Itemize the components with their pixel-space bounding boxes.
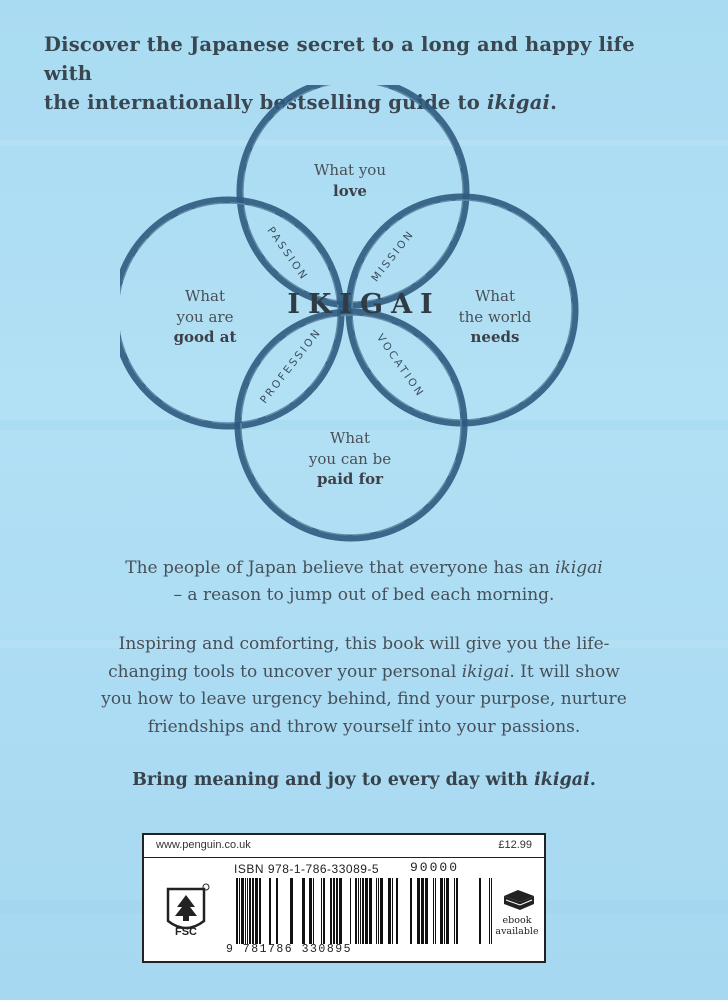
ebook-icon <box>504 890 534 910</box>
barcode-bar <box>378 878 379 944</box>
barcode-bar <box>489 878 490 944</box>
price-addon-barcode <box>410 878 492 944</box>
addon-digits: 90000 <box>410 860 460 875</box>
barcode-bar <box>440 878 443 944</box>
barcode-bar <box>392 878 393 944</box>
fsc-label: FSC <box>175 926 197 938</box>
label-paid-bold: paid for <box>317 470 383 488</box>
barcode-bar <box>417 878 420 944</box>
barcode-bar <box>454 878 455 944</box>
barcode-bar <box>290 878 293 944</box>
barcode-bar <box>479 878 481 944</box>
barcode-bar <box>276 878 278 944</box>
barcode-bar <box>396 878 398 944</box>
barcode-bar <box>435 878 436 944</box>
paragraph-inspiring: Inspiring and comforting, this book will… <box>0 631 728 741</box>
barcode-bar <box>239 878 240 944</box>
price: £12.99 <box>498 839 532 851</box>
barcode-bar <box>433 878 434 944</box>
label-needs-bold: needs <box>470 328 520 346</box>
circle-paid-for <box>234 308 468 542</box>
barcode-bar <box>252 878 254 944</box>
para2-line2: changing tools to uncover your personal <box>108 661 462 682</box>
para2-line2-end: . It will show <box>509 661 620 682</box>
barcode-bar <box>380 878 383 944</box>
headline-line1: Discover the Japanese secret to a long a… <box>44 33 635 85</box>
barcode-bar <box>249 878 251 944</box>
barcode-bar <box>355 878 357 944</box>
barcode-header: www.penguin.co.uk £12.99 <box>144 835 544 858</box>
label-paid-for: What you can be paid for <box>290 428 410 490</box>
para2-line1: Inspiring and comforting, this book will… <box>118 634 610 654</box>
barcode-bar <box>365 878 368 944</box>
label-paid-line2: you can be <box>308 449 392 468</box>
barcode-bar <box>255 878 258 944</box>
label-good-bold: good at <box>173 328 237 346</box>
barcode-bar <box>376 878 377 944</box>
barcode-bar <box>360 878 361 944</box>
ikigai-center-title: IKIGAI <box>287 289 441 320</box>
para1-line1: The people of Japan believe that everyon… <box>125 558 556 578</box>
barcode-bar <box>444 878 445 944</box>
label-love-bold: love <box>333 181 367 200</box>
barcode-bar <box>425 878 428 944</box>
barcode-bar <box>245 878 246 944</box>
barcode-bar <box>339 878 342 944</box>
barcode-bar <box>388 878 391 944</box>
barcode-bar <box>358 878 359 944</box>
barcode-bar <box>330 878 332 944</box>
label-what-you-love: What you love <box>290 160 410 201</box>
barcode-bar <box>421 878 424 944</box>
barcode-bar <box>410 878 412 944</box>
barcode-bar <box>259 878 261 944</box>
label-paid-line1: What <box>329 429 371 447</box>
barcode-bar <box>247 878 248 944</box>
closing-period: . <box>589 770 596 790</box>
isbn-barcode <box>236 878 398 944</box>
ebook-line1: ebook <box>502 915 532 926</box>
barcode-bar <box>302 878 305 944</box>
barcode-box: www.penguin.co.uk £12.99 ISBN 978-1-786-… <box>142 833 546 963</box>
publisher-url[interactable]: www.penguin.co.uk <box>156 839 251 851</box>
ebook-available-label: ebook available <box>492 915 542 937</box>
isbn-number: ISBN 978-1-786-33089-5 <box>234 862 380 876</box>
barcode-bar <box>236 878 238 944</box>
barcode-bar <box>333 878 335 944</box>
barcode-bar <box>323 878 325 944</box>
closing-line: Bring meaning and joy to every day with … <box>0 770 728 790</box>
closing-text: Bring meaning and joy to every day with <box>132 770 535 790</box>
barcode-bar <box>362 878 364 944</box>
barcode-bar <box>446 878 449 944</box>
para2-line3: you how to leave urgency behind, find yo… <box>101 689 627 709</box>
barcode-bar <box>241 878 244 944</box>
para2-ikigai: ikigai <box>461 661 510 682</box>
barcode-bar <box>456 878 458 944</box>
barcode-digits: 9 781786 330895 <box>226 943 353 956</box>
barcode-bar <box>309 878 312 944</box>
para1-line2: – a reason to jump out of bed each morni… <box>173 585 555 605</box>
barcode-bar <box>321 878 322 944</box>
para2-line4: friendships and throw yourself into your… <box>147 716 581 737</box>
barcode-bar <box>336 878 338 944</box>
ebook-line2: available <box>495 926 539 937</box>
barcode-bar <box>269 878 271 944</box>
barcode-bar <box>350 878 351 944</box>
closing-ikigai: ikigai <box>534 770 590 790</box>
para1-ikigai: ikigai <box>555 558 603 578</box>
paragraph-people-of-japan: The people of Japan believe that everyon… <box>0 555 728 609</box>
barcode-bar <box>369 878 372 944</box>
label-love-line1: What you <box>314 161 386 179</box>
barcode-bar <box>313 878 314 944</box>
